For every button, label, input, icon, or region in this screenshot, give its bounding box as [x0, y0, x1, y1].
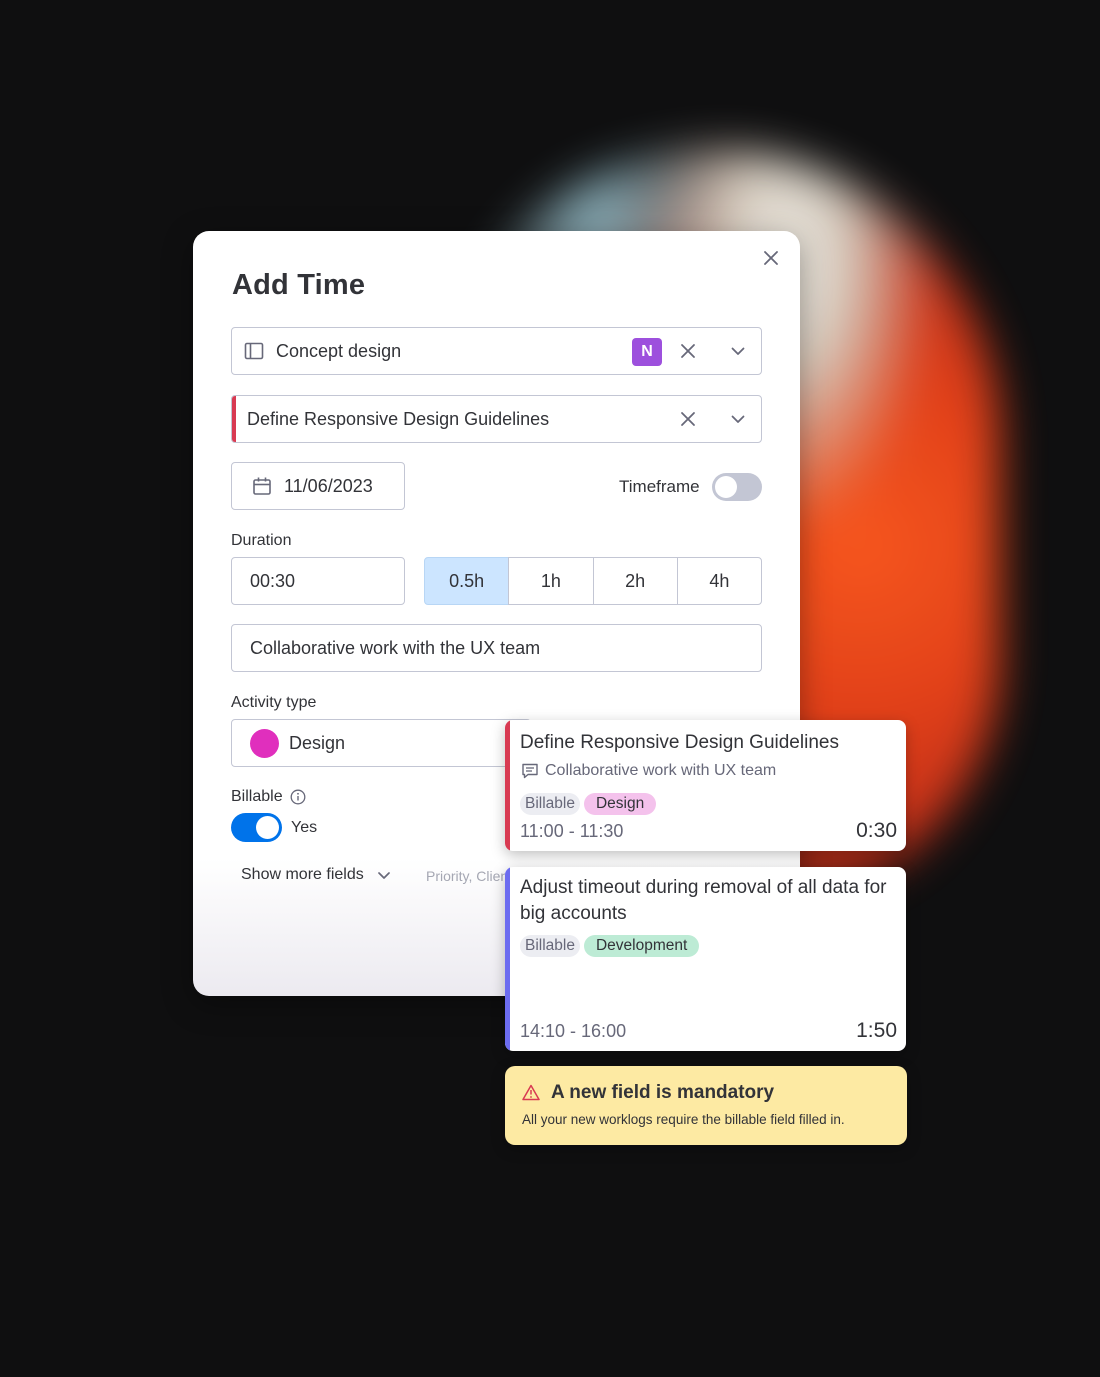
activity-value: Design: [289, 732, 346, 753]
show-more-hint: Priority, Client: [426, 868, 506, 884]
worklog-time-range: 11:00 - 11:30: [520, 821, 624, 841]
warning-icon: [522, 1084, 540, 1106]
date-picker[interactable]: 11/06/2023: [231, 462, 405, 510]
calendar-icon: [252, 476, 272, 496]
alert-title: A new field is mandatory: [551, 1082, 775, 1103]
preset-4h[interactable]: 4h: [676, 557, 762, 605]
project-badge: N: [632, 338, 662, 366]
duration-input[interactable]: 00:30: [231, 557, 405, 605]
mandatory-field-alert: A new field is mandatory All your new wo…: [505, 1066, 907, 1145]
chevron-down-icon[interactable]: [729, 342, 747, 360]
description-value: Collaborative work with the UX team: [250, 637, 541, 658]
project-value: Concept design: [276, 340, 402, 361]
comment-icon: [521, 762, 539, 780]
preset-1h[interactable]: 1h: [508, 557, 594, 605]
duration-value: 00:30: [250, 570, 296, 591]
clear-icon[interactable]: [679, 342, 697, 360]
chevron-down-icon: [376, 867, 392, 883]
show-more-fields-button[interactable]: Show more fields: [241, 866, 392, 884]
tag-billable: Billable: [520, 935, 580, 957]
billable-label: Billable: [231, 788, 283, 805]
alert-text: All your new worklogs require the billab…: [522, 1112, 845, 1127]
worklog-duration: 1:50: [856, 1019, 897, 1042]
preset-0-5h[interactable]: 0.5h: [424, 557, 510, 605]
activity-type-label: Activity type: [231, 694, 317, 711]
description-input[interactable]: Collaborative work with the UX team: [231, 624, 762, 672]
worklog-time-range: 14:10 - 16:00: [520, 1021, 627, 1041]
worklog-title: Define Responsive Design Guidelines: [520, 732, 839, 753]
worklog-card[interactable]: Adjust timeout during removal of all dat…: [505, 867, 906, 1051]
duration-label: Duration: [231, 532, 292, 549]
worklog-description: Collaborative work with UX team: [545, 762, 777, 779]
worklog-title: Adjust timeout during removal of all dat…: [520, 877, 887, 924]
worklog-tags: Billable Development: [520, 935, 700, 957]
timeframe-toggle[interactable]: [712, 473, 762, 501]
worklog-tags: Billable Design: [520, 793, 657, 815]
billable-value: Yes: [291, 819, 318, 836]
tag-billable: Billable: [520, 793, 580, 815]
task-select[interactable]: Define Responsive Design Guidelines: [231, 395, 762, 443]
clear-icon[interactable]: [679, 410, 697, 428]
board-icon: [244, 342, 264, 360]
chevron-down-icon[interactable]: [729, 410, 747, 428]
show-more-label: Show more fields: [241, 866, 364, 883]
duration-presets: 0.5h 1h 2h 4h: [424, 557, 762, 605]
worklog-duration: 0:30: [856, 819, 897, 842]
tag-activity: Development: [583, 935, 700, 957]
worklog-card[interactable]: Define Responsive Design Guidelines Coll…: [505, 720, 906, 851]
info-icon[interactable]: [290, 789, 306, 805]
dialog-title: Add Time: [232, 269, 366, 301]
billable-label-row: Billable: [231, 788, 306, 806]
task-value: Define Responsive Design Guidelines: [247, 408, 550, 429]
activity-type-select[interactable]: Design: [231, 719, 531, 767]
project-select[interactable]: Concept design N: [231, 327, 762, 375]
close-icon[interactable]: [760, 247, 782, 269]
timeframe-label: Timeframe: [619, 477, 700, 496]
tag-activity: Design: [583, 793, 657, 815]
date-value: 11/06/2023: [284, 475, 373, 496]
worklog-description-row: Collaborative work with UX team: [521, 762, 776, 780]
preset-2h[interactable]: 2h: [592, 557, 678, 605]
activity-color-dot: [250, 728, 279, 758]
billable-toggle[interactable]: [231, 813, 282, 842]
